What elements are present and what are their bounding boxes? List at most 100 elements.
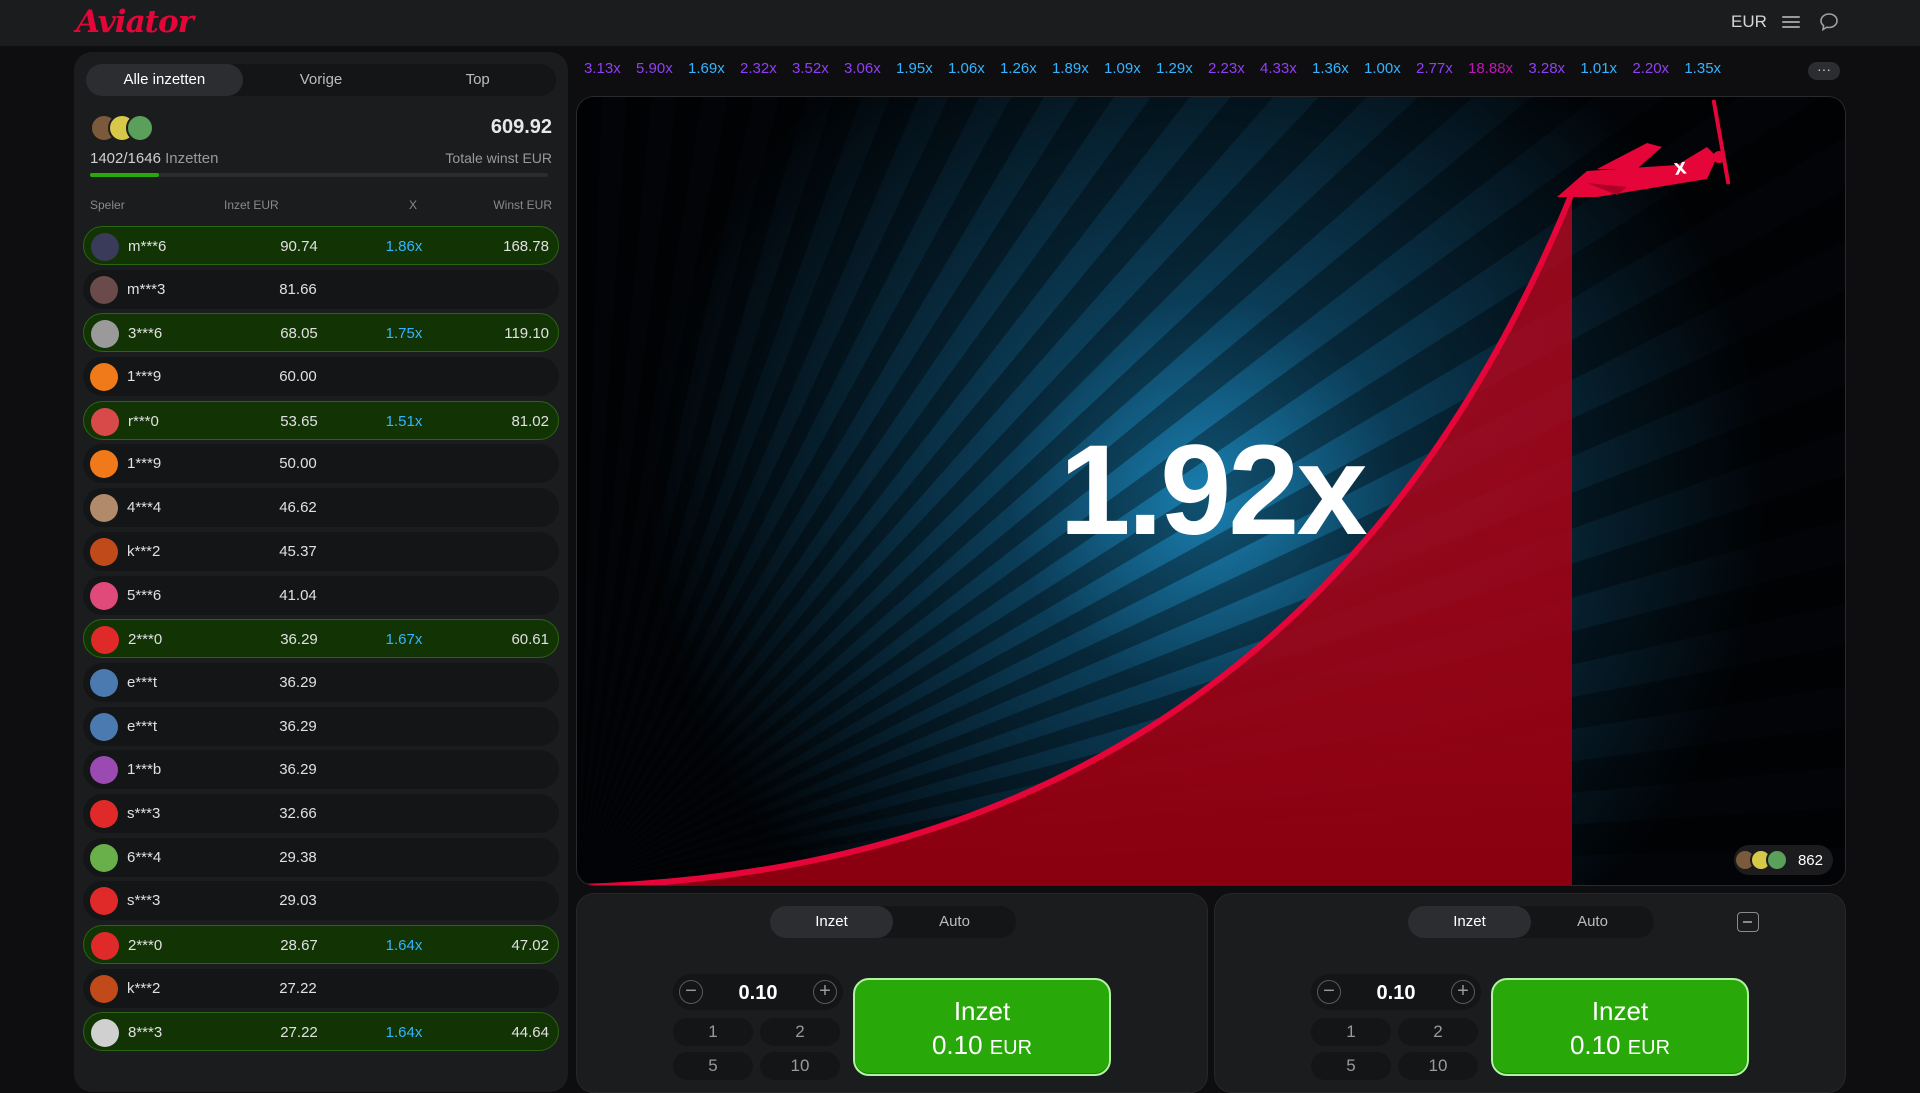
history-more-button[interactable]: ··· bbox=[1808, 62, 1840, 80]
win-amount: 44.64 bbox=[511, 1024, 549, 1042]
history-multiplier[interactable]: 2.20x bbox=[1632, 60, 1669, 82]
place-bet-button[interactable]: Inzet 0.10 EUR bbox=[1491, 978, 1749, 1076]
player-name: s***3 bbox=[127, 892, 161, 910]
history-multiplier[interactable]: 1.29x bbox=[1156, 60, 1193, 82]
history-multiplier[interactable]: 3.52x bbox=[792, 60, 829, 82]
bets-tabs: Alle inzetten Vorige Top bbox=[86, 64, 556, 96]
win-amount: 60.61 bbox=[511, 631, 549, 649]
quick-amount-10[interactable]: 10 bbox=[760, 1052, 840, 1080]
quick-amount-2[interactable]: 2 bbox=[760, 1018, 840, 1046]
bet-amount: 53.65 bbox=[280, 412, 318, 430]
player-name: 8***3 bbox=[128, 1024, 163, 1042]
table-row: 2***0 36.29 1.67x 60.61 bbox=[83, 619, 559, 659]
player-name: r***0 bbox=[128, 412, 159, 430]
cashout-multiplier: 1.75x bbox=[385, 325, 423, 343]
avatar bbox=[91, 407, 119, 436]
col-mult: X bbox=[409, 198, 418, 212]
table-row: m***6 90.74 1.86x 168.78 bbox=[83, 226, 559, 265]
place-bet-amount: 0.10 bbox=[1569, 1030, 1621, 1060]
history-multiplier[interactable]: 5.90x bbox=[636, 60, 673, 82]
history-multiplier[interactable]: 1.06x bbox=[948, 60, 985, 82]
increase-button[interactable]: + bbox=[1451, 980, 1475, 1004]
tab-auto[interactable]: Auto bbox=[1531, 906, 1654, 938]
place-bet-button[interactable]: Inzet 0.10 EUR bbox=[853, 978, 1111, 1076]
table-row: 5***6 41.04 bbox=[83, 575, 559, 615]
tab-all-bets[interactable]: Alle inzetten bbox=[86, 64, 243, 96]
history-multiplier[interactable]: 1.00x bbox=[1364, 60, 1401, 82]
tab-top[interactable]: Top bbox=[399, 64, 556, 96]
currency-label[interactable]: EUR bbox=[1731, 12, 1767, 32]
increase-button[interactable]: + bbox=[813, 980, 837, 1004]
quick-amount-5[interactable]: 5 bbox=[1311, 1052, 1391, 1080]
player-name: k***2 bbox=[127, 979, 161, 997]
aviator-logo: Aviator bbox=[76, 4, 194, 40]
quick-amount-5[interactable]: 5 bbox=[673, 1052, 753, 1080]
bet-count-label: Inzetten bbox=[165, 150, 219, 167]
table-row: 1***9 60.00 bbox=[83, 357, 559, 397]
history-multiplier[interactable]: 2.77x bbox=[1416, 60, 1453, 82]
place-bet-amount-line: 0.10 EUR bbox=[1493, 1030, 1747, 1061]
chat-icon[interactable] bbox=[1818, 11, 1840, 33]
bet-panel-1-tabs: Inzet Auto bbox=[770, 906, 1016, 938]
history-multiplier[interactable]: 4.33x bbox=[1260, 60, 1297, 82]
avatar bbox=[1765, 849, 1788, 871]
col-player: Speler bbox=[90, 198, 125, 212]
avatar bbox=[91, 233, 119, 261]
player-name: 1***9 bbox=[127, 455, 162, 473]
history-multiplier[interactable]: 3.28x bbox=[1528, 60, 1565, 82]
bet-amount: 46.62 bbox=[279, 499, 317, 517]
remove-panel-icon[interactable] bbox=[1737, 912, 1759, 932]
avatar bbox=[90, 581, 118, 610]
avatar bbox=[90, 756, 118, 785]
tab-bet[interactable]: Inzet bbox=[1408, 906, 1531, 938]
history-multiplier[interactable]: 3.06x bbox=[844, 60, 881, 82]
player-name: k***2 bbox=[127, 542, 161, 560]
history-multiplier[interactable]: 1.69x bbox=[688, 60, 725, 82]
bet-panel-2: Inzet Auto − 0.10 + 1 2 5 10 Inzet 0.10 … bbox=[1214, 893, 1846, 1093]
history-multiplier[interactable]: 1.36x bbox=[1312, 60, 1349, 82]
table-row: 1***b 36.29 bbox=[83, 750, 559, 790]
bet-amount: 50.00 bbox=[279, 455, 317, 473]
place-bet-label: Inzet bbox=[1591, 996, 1649, 1026]
history-multiplier[interactable]: 1.95x bbox=[896, 60, 933, 82]
history-multiplier[interactable]: 1.26x bbox=[1000, 60, 1037, 82]
quick-amount-1[interactable]: 1 bbox=[673, 1018, 753, 1046]
tab-bet[interactable]: Inzet bbox=[770, 906, 893, 938]
quick-amount-1[interactable]: 1 bbox=[1311, 1018, 1391, 1046]
cashout-multiplier: 1.86x bbox=[385, 238, 423, 255]
history-multiplier[interactable]: 2.32x bbox=[740, 60, 777, 82]
avatar bbox=[90, 799, 118, 828]
bets-panel: Alle inzetten Vorige Top 609.92 1402/164… bbox=[74, 52, 568, 1092]
bet-panel-1: Inzet Auto − 0.10 + 1 2 5 10 Inzet 0.10 … bbox=[576, 893, 1208, 1093]
bet-amount: 36.29 bbox=[279, 717, 317, 735]
quick-amount-2[interactable]: 2 bbox=[1398, 1018, 1478, 1046]
history-multiplier[interactable]: 1.35x bbox=[1684, 60, 1721, 82]
history-multiplier[interactable]: 1.01x bbox=[1580, 60, 1617, 82]
total-win-label: Totale winst EUR bbox=[445, 150, 552, 166]
hamburger-menu-icon[interactable] bbox=[1782, 13, 1800, 31]
history-multiplier[interactable]: 1.89x bbox=[1052, 60, 1089, 82]
player-name: s***3 bbox=[127, 804, 161, 822]
avatar bbox=[90, 450, 118, 479]
win-amount: 81.02 bbox=[511, 412, 549, 430]
bet-amount: 36.29 bbox=[279, 761, 317, 779]
bet-amount: 29.38 bbox=[279, 848, 317, 866]
bet-amount: 27.22 bbox=[279, 979, 317, 997]
bet-amount: 81.66 bbox=[279, 280, 317, 298]
history-multiplier[interactable]: 1.09x bbox=[1104, 60, 1141, 82]
tab-previous[interactable]: Vorige bbox=[243, 64, 400, 96]
bets-stats: 609.92 1402/1646 Inzetten Totale winst E… bbox=[86, 108, 556, 178]
history-multiplier[interactable]: 3.13x bbox=[584, 60, 621, 82]
bet-amount: 29.03 bbox=[279, 892, 317, 910]
bet-count: 1402/1646 Inzetten bbox=[90, 150, 218, 167]
avatar bbox=[91, 626, 119, 655]
history-multiplier[interactable]: 18.88x bbox=[1468, 60, 1513, 82]
player-name: 4***4 bbox=[127, 499, 162, 517]
bets-progress-bar bbox=[90, 173, 548, 177]
online-count: 862 bbox=[1797, 851, 1823, 869]
avatar bbox=[90, 668, 118, 697]
bet-amount: 28.67 bbox=[280, 937, 318, 954]
tab-auto[interactable]: Auto bbox=[893, 906, 1016, 938]
history-multiplier[interactable]: 2.23x bbox=[1208, 60, 1245, 82]
quick-amount-10[interactable]: 10 bbox=[1398, 1052, 1478, 1080]
